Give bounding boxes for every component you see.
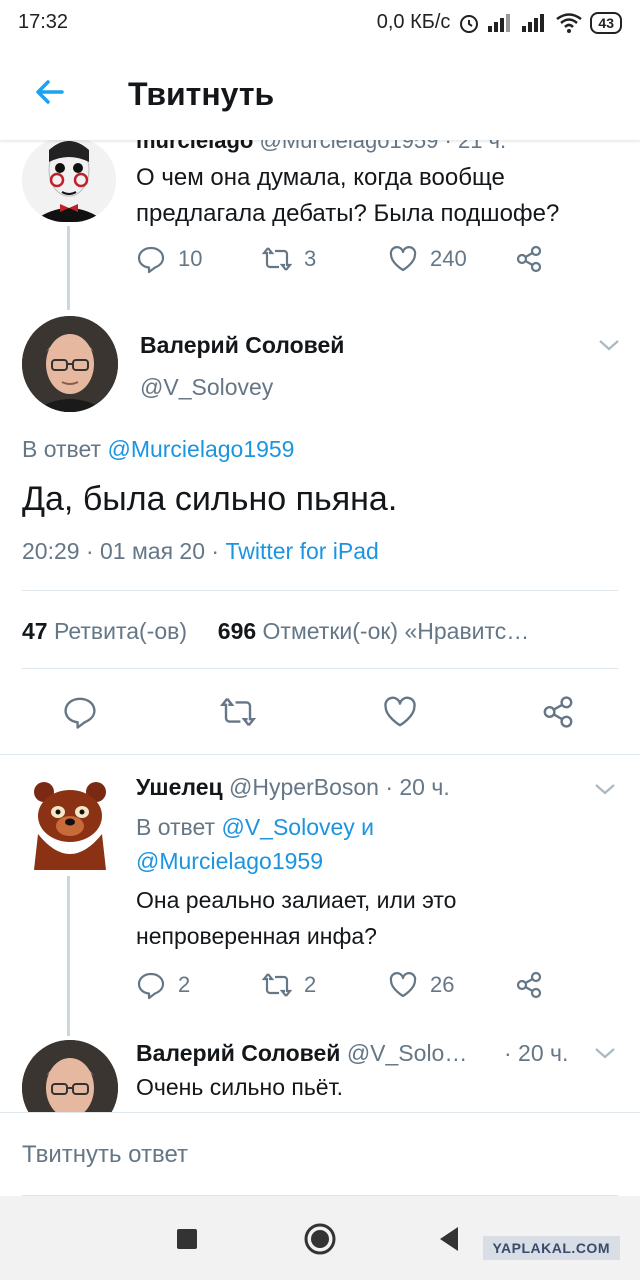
alarm-icon xyxy=(460,14,479,33)
reply-button[interactable]: 2 xyxy=(136,970,190,1000)
tweet-stats: 47 Ретвита(-ов) 696 Отметки(-ок) «Нравит… xyxy=(22,618,529,645)
divider xyxy=(0,754,640,755)
retweet-button[interactable]: 2 xyxy=(262,970,316,1000)
like-button[interactable]: 26 xyxy=(388,970,454,1000)
reply-to-link[interactable]: @V_Solovey xyxy=(221,814,354,840)
tweet-timestamp: 20:29 · 01 мая 20 · Twitter for iPad xyxy=(22,538,379,564)
back-arrow-icon[interactable] xyxy=(32,74,68,110)
main-author-handle[interactable]: @V_Solovey xyxy=(140,374,273,401)
avatar-solovey[interactable] xyxy=(22,1040,118,1112)
reply-context: В ответ @V_Solovey и @Murcielago1959 xyxy=(136,814,375,874)
reply-icon xyxy=(137,246,165,274)
main-tweet-text: Да, была сильно пьяна. xyxy=(22,480,398,518)
divider xyxy=(22,590,618,591)
chevron-down-icon[interactable] xyxy=(594,782,616,796)
retweet-button[interactable]: 3 xyxy=(262,244,316,274)
jigsaw-mask-icon xyxy=(22,140,116,222)
like-button[interactable]: 240 xyxy=(388,244,467,274)
retweet-icon xyxy=(262,973,292,997)
tweet-time: · 20 ч. xyxy=(385,774,450,800)
tweet-time: · 20 ч. xyxy=(504,1040,569,1066)
divider xyxy=(22,668,618,669)
heart-icon[interactable] xyxy=(382,694,418,730)
back-triangle-icon[interactable] xyxy=(438,1226,460,1252)
share-icon[interactable] xyxy=(540,694,576,730)
avatar-murcielago[interactable] xyxy=(22,140,116,222)
reply-icon[interactable] xyxy=(62,694,98,730)
share-button[interactable] xyxy=(514,970,544,1000)
wifi-icon xyxy=(556,12,583,33)
recents-square-icon[interactable] xyxy=(176,1228,198,1250)
avatar-solovey[interactable] xyxy=(22,316,118,412)
bear-icon xyxy=(34,782,106,870)
tweet-author-handle[interactable]: @Murcielago1959 xyxy=(260,140,439,153)
battery-indicator: 43 xyxy=(590,11,622,34)
tweet-text: Она реально залиает, или это непроверенн… xyxy=(136,887,457,949)
network-speed: 0,0 КБ/с xyxy=(376,11,451,33)
chevron-down-icon[interactable] xyxy=(598,338,620,352)
reply-input[interactable]: Твитнуть ответ xyxy=(22,1141,188,1169)
tweet-time: 21 ч. xyxy=(457,140,507,153)
reply-composer[interactable]: Твитнуть ответ xyxy=(0,1112,640,1197)
person-photo-icon xyxy=(22,316,118,412)
source-link[interactable]: Twitter for iPad xyxy=(225,538,378,564)
page-title: Твитнуть xyxy=(128,76,275,112)
tweet-author-name[interactable]: Валерий Соловей xyxy=(136,1040,340,1066)
retweet-icon[interactable] xyxy=(220,694,256,730)
status-time: 17:32 xyxy=(18,11,69,33)
tweet-author-handle[interactable]: @V_Solo… xyxy=(347,1040,468,1066)
reply-context: В ответ @Murcielago1959 xyxy=(22,436,295,462)
reply-icon xyxy=(137,972,165,1000)
system-nav-bar: YAPLAKAL.COM xyxy=(0,1196,640,1280)
watermark: YAPLAKAL.COM xyxy=(482,1236,620,1260)
retweet-icon xyxy=(262,247,292,271)
tweet-author-name[interactable]: Ушелец xyxy=(136,774,223,800)
tweet-thread[interactable]: murcielago @Murcielago1959 · 21 ч. О чем… xyxy=(0,140,640,1112)
reply-button[interactable]: 10 xyxy=(136,244,202,274)
status-icons: 0,0 КБ/с 43 xyxy=(377,11,622,34)
chevron-down-icon[interactable] xyxy=(594,1046,616,1060)
home-circle-icon[interactable] xyxy=(303,1222,337,1256)
main-author-name[interactable]: Валерий Соловей xyxy=(140,332,344,359)
tweet-author-handle[interactable]: @HyperBoson xyxy=(229,774,379,800)
thread-line xyxy=(67,226,70,310)
status-bar: 17:32 0,0 КБ/с 43 xyxy=(0,0,640,44)
signal-icon xyxy=(488,13,511,32)
share-button[interactable] xyxy=(514,244,544,274)
tweet-author-name[interactable]: murcielago xyxy=(136,140,253,153)
app-bar: Твитнуть xyxy=(0,44,640,140)
reply-to-link[interactable]: @Murcielago1959 xyxy=(107,436,294,462)
tweet-text: Очень сильно пьёт. xyxy=(136,1074,343,1100)
signal-icon-2 xyxy=(522,13,545,32)
thread-line xyxy=(67,876,70,1036)
tweet-text: О чем она думала, когда вообще предлагал… xyxy=(136,164,560,227)
retweets-stat[interactable]: 47 Ретвита(-ов) xyxy=(22,618,187,644)
heart-icon xyxy=(389,972,417,998)
likes-stat[interactable]: 696 Отметки(-ок) «Нравитс… xyxy=(218,618,530,644)
share-icon xyxy=(516,245,542,273)
share-icon xyxy=(516,971,542,999)
person-photo-icon xyxy=(22,1040,118,1112)
heart-icon xyxy=(389,246,417,272)
avatar-hyperboson[interactable] xyxy=(22,774,118,870)
reply-to-link[interactable]: @Murcielago1959 xyxy=(136,848,323,874)
